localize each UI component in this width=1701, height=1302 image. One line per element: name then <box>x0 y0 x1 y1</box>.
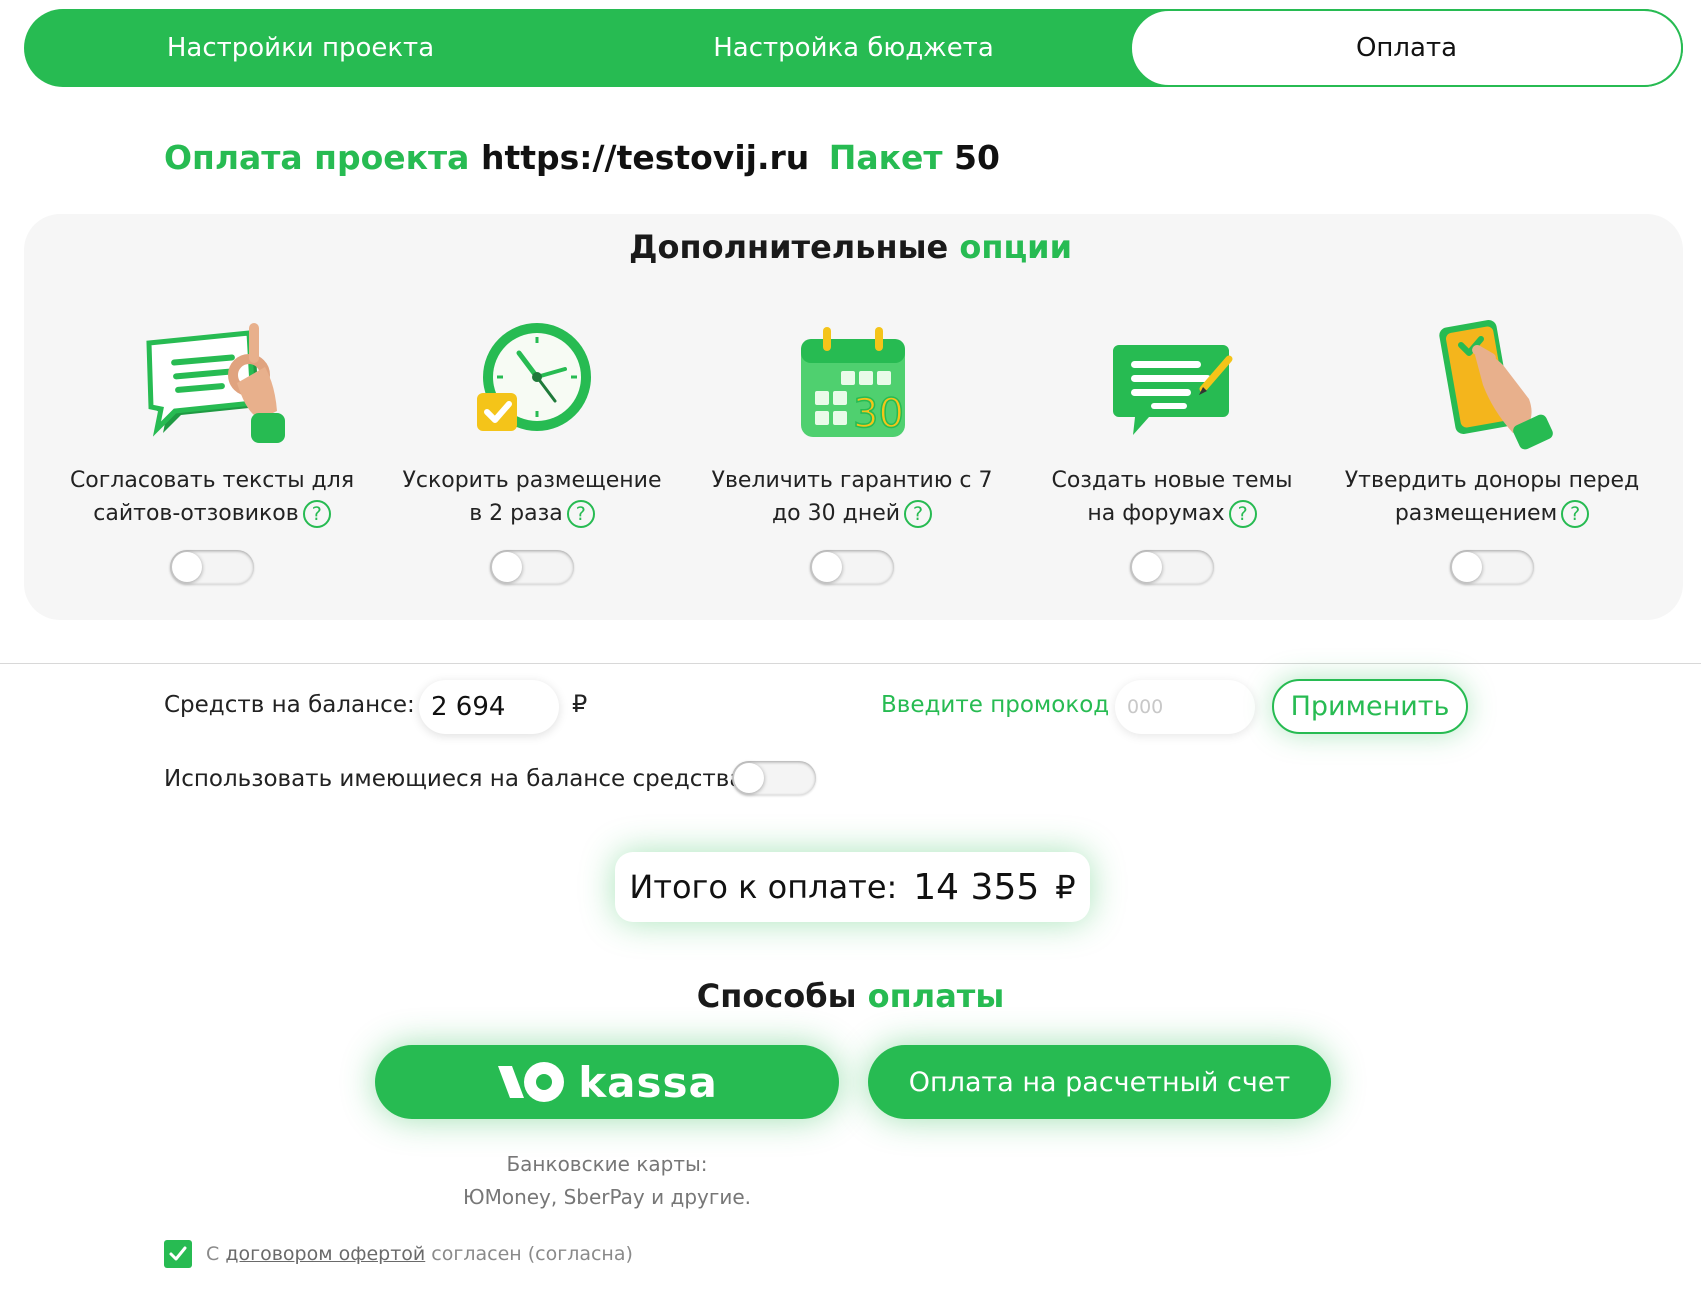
svg-text:30: 30 <box>853 391 904 437</box>
agreement-row: С договором офертой согласен (согласна) <box>164 1240 633 1268</box>
step-budget-settings[interactable]: Настройка бюджета <box>577 9 1130 87</box>
balance-input[interactable] <box>419 680 559 734</box>
agreement-checkbox[interactable] <box>164 1240 192 1268</box>
total-box: Итого к оплате: 14 355 ₽ <box>615 852 1090 922</box>
help-icon[interactable]: ? <box>566 500 595 528</box>
stepper: Настройки проекта Настройка бюджета Опла… <box>24 9 1683 87</box>
payment-methods-title: Способы оплаты <box>696 977 1005 1015</box>
promo-input[interactable] <box>1115 680 1255 734</box>
balance-currency: ₽ <box>572 690 588 718</box>
help-icon[interactable]: ? <box>904 500 933 528</box>
use-balance-toggle[interactable] <box>732 761 816 795</box>
yookassa-word: kassa <box>578 1057 718 1107</box>
package-value: 50 <box>954 138 1000 177</box>
promo-label: Введите промокод <box>881 692 1110 718</box>
option-approve-texts-toggle[interactable] <box>170 550 254 584</box>
check-icon <box>169 1246 187 1261</box>
divider <box>0 663 1701 664</box>
option-approve-donors-toggle[interactable] <box>1450 550 1534 584</box>
ok-hand-chat-icon <box>62 315 362 450</box>
cards-note: Банковские карты: ЮMoney, SberPay и друг… <box>462 1152 752 1209</box>
use-balance-label: Использовать имеющиеся на балансе средст… <box>164 766 744 792</box>
option-speed-up-toggle[interactable] <box>490 550 574 584</box>
tablet-approve-icon <box>1342 315 1642 450</box>
total-label: Итого к оплате: <box>629 868 898 906</box>
help-icon[interactable]: ? <box>302 500 331 528</box>
agreement-suffix: согласен (согласна) <box>431 1243 633 1265</box>
option-speed-up: Ускорить размещение в 2 раза? <box>382 315 682 588</box>
project-label: Оплата проекта <box>164 138 470 177</box>
total-currency: ₽ <box>1055 868 1076 906</box>
option-forums: Создать новые темы на форумах? <box>1022 315 1322 588</box>
package-label: Пакет <box>828 138 943 177</box>
bank-transfer-button[interactable]: Оплата на расчетный счет <box>868 1045 1331 1119</box>
clock-icon <box>382 315 682 450</box>
project-title: Оплата проекта https://testovij.ru Пакет… <box>164 138 1000 177</box>
option-warranty-toggle[interactable] <box>810 550 894 584</box>
help-icon[interactable]: ? <box>1561 500 1590 528</box>
yookassa-button[interactable]: kassa <box>375 1045 839 1119</box>
step-project-settings[interactable]: Настройки проекта <box>24 9 577 87</box>
step-payment[interactable]: Оплата <box>1130 9 1683 87</box>
option-warranty: 30 Увеличить гарантию с 7 до 30 дней? <box>702 315 1002 588</box>
option-approve-texts: Согласовать тексты для сайтов-отзовиков? <box>62 315 362 588</box>
yookassa-logo-icon <box>496 1058 568 1106</box>
options-title: Дополнительные опции <box>628 228 1072 266</box>
calendar-30-icon: 30 <box>702 315 1002 450</box>
balance-label: Средств на балансе: <box>164 692 415 718</box>
project-url: https://testovij.ru <box>480 138 810 177</box>
apply-promo-button[interactable]: Применить <box>1272 679 1468 734</box>
forum-message-icon <box>1022 315 1322 450</box>
agreement-prefix: С <box>206 1243 220 1265</box>
option-forums-toggle[interactable] <box>1130 550 1214 584</box>
total-amount: 14 355 <box>913 866 1040 908</box>
offer-link[interactable]: договором офертой <box>225 1243 425 1265</box>
help-icon[interactable]: ? <box>1228 500 1257 528</box>
option-approve-donors: Утвердить доноры перед размещением? <box>1342 315 1642 588</box>
